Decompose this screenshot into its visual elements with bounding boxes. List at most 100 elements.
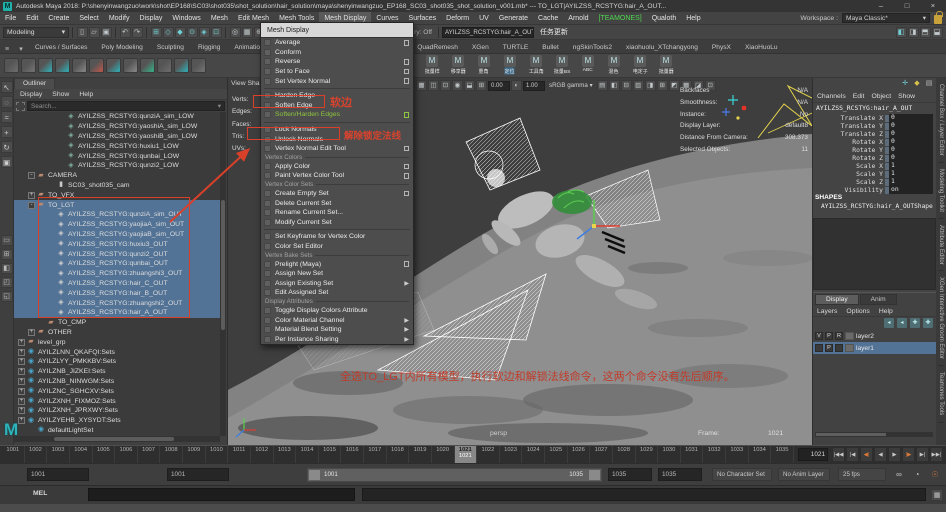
menu-item-color-set-editor[interactable]: Color Set Editor — [261, 242, 413, 252]
menu-item-set-vertex-normal[interactable]: Set Vertex Normal — [261, 76, 413, 86]
save-scene-icon[interactable]: ▣ — [101, 27, 112, 38]
sidebar-tab-attribute-editor[interactable]: Attribute Editor — [938, 219, 944, 272]
key-channel-icon[interactable]: ◆ — [912, 79, 922, 89]
shelf-button-bs[interactable]: M批量BS — [549, 55, 575, 77]
display-type-toggle[interactable]: R — [835, 332, 843, 340]
layer-row-layer2[interactable]: VPRlayer2 — [813, 330, 936, 342]
shelf-tab-quadremesh[interactable]: QuadRemesh — [410, 42, 465, 53]
layer-menu-help[interactable]: Help — [879, 306, 893, 316]
step-back-frame-button[interactable]: |◀ — [846, 447, 859, 462]
shelf-button-[interactable]: M混色 — [601, 55, 627, 77]
viewport-toolbar-icon[interactable]: ▥ — [633, 80, 644, 91]
menu-item-create-empty-set[interactable]: Create Empty Set — [261, 189, 413, 199]
outliner-item-ayilzxnh-jprxwy-sets[interactable]: +◉AYILZXNH_JPRXWY:Sets — [14, 406, 220, 416]
step-forward-key-button[interactable]: |▶ — [902, 447, 915, 462]
shelf-tool-icon[interactable] — [55, 58, 70, 73]
gamma-icon[interactable]: ◐ — [511, 80, 522, 91]
lasso-tool-icon[interactable]: ◌ — [1, 96, 13, 108]
hypergraph-layout-icon[interactable]: ◱ — [1, 291, 13, 302]
menu-edit[interactable]: Edit — [21, 12, 43, 25]
shelf-tool-icon[interactable] — [72, 58, 87, 73]
attribute-editor-toggle-icon[interactable]: ⬒ — [920, 27, 931, 38]
outliner-horizontal-scrollbar[interactable] — [14, 436, 220, 442]
shelf-tool-icon[interactable] — [106, 58, 121, 73]
menu-item-rename-current-set[interactable]: Rename Current Set... — [261, 208, 413, 218]
layer-color-swatch[interactable] — [845, 332, 854, 340]
sidebar-tab-xgen-interactive-groom-editor[interactable]: XGen Interactive Groom Editor — [938, 271, 944, 366]
timeline-frame-1021[interactable]: 10211021 — [455, 446, 478, 464]
timeline-frame-1033[interactable]: 1033 — [726, 446, 749, 464]
option-box-icon[interactable] — [404, 59, 410, 65]
outliner-item-camera[interactable]: -▰CAMERA — [14, 171, 220, 181]
channel-row-visibility[interactable]: Visibilityon — [813, 186, 936, 194]
shelf-tool-icon[interactable] — [4, 58, 19, 73]
outliner-item-to-cmp[interactable]: ▰TO_CMP — [14, 318, 220, 328]
display-type-toggle[interactable] — [835, 344, 843, 352]
option-box-icon[interactable] — [404, 173, 410, 179]
timeline-frame-1031[interactable]: 1031 — [681, 446, 704, 464]
close-button[interactable]: × — [920, 0, 946, 12]
snap-plane-icon[interactable]: ⊙ — [187, 27, 198, 38]
shelf-button-[interactable]: M移享器 — [445, 55, 471, 77]
split-pane-layout-icon[interactable]: ◧ — [1, 263, 13, 274]
outliner-item-level-grp[interactable]: +▰level_grp — [14, 337, 220, 347]
shelf-button-abc[interactable]: MABC — [575, 55, 601, 77]
shelf-tab-xiaohuolu[interactable]: XiaoHuoLu — [738, 42, 785, 53]
shelf-button-[interactable]: M批量器 — [653, 55, 679, 77]
expand-icon[interactable]: + — [18, 398, 25, 405]
outliner-menu-show[interactable]: Show — [52, 89, 69, 99]
channel-box-menu-channels[interactable]: Channels — [817, 91, 846, 102]
viewport-toolbar-icon[interactable]: ▦ — [416, 80, 427, 91]
visibility-toggle[interactable] — [815, 344, 823, 352]
snap-point-icon[interactable]: ◆ — [175, 27, 186, 38]
option-box-icon[interactable] — [404, 40, 410, 46]
tab-display-layers[interactable]: Display — [815, 294, 859, 305]
menu-select[interactable]: Select — [74, 12, 103, 25]
shelf-tool-icon[interactable] — [123, 58, 138, 73]
layer-editor-scrollbar[interactable] — [815, 432, 933, 437]
loop-playback-icon[interactable]: ∞ — [892, 468, 906, 481]
outliner-search-input[interactable]: Search...▾ — [27, 101, 225, 111]
viewport-toolbar-icon[interactable]: ▤ — [597, 80, 608, 91]
construction-history-icon[interactable]: ▦ — [242, 27, 253, 38]
channel-box-menu-object[interactable]: Object — [871, 91, 891, 102]
layer-menu-layers[interactable]: Layers — [817, 306, 837, 316]
shelf-tool-icon[interactable] — [174, 58, 189, 73]
timeline-frame-1001[interactable]: 1001 — [2, 446, 25, 464]
input-connections-icon[interactable]: ◎ — [230, 27, 241, 38]
channel-value-field[interactable]: 0 — [889, 154, 933, 161]
timeline-frame-1019[interactable]: 1019 — [409, 446, 432, 464]
channel-row-translate-x[interactable]: Translate X0 — [813, 114, 936, 122]
paint-select-tool-icon[interactable]: ≈ — [1, 111, 13, 123]
playback-end-field[interactable]: 1035 — [608, 468, 652, 481]
shelf-tool-icon[interactable] — [140, 58, 155, 73]
exposure-field[interactable]: 0.00 — [488, 81, 510, 91]
single-pane-layout-icon[interactable]: ▭ — [1, 235, 13, 246]
shelf-tool-icon[interactable] — [191, 58, 206, 73]
outliner-item-ayilzyehb-xysydt-sets[interactable]: +◉AYILZYEHB_XYSYDT:Sets — [14, 416, 220, 426]
channel-row-rotate-x[interactable]: Rotate X0 — [813, 138, 936, 146]
timeline-frame-1020[interactable]: 1020 — [432, 446, 455, 464]
timeline-frame-1012[interactable]: 1012 — [251, 446, 274, 464]
channel-row-scale-z[interactable]: Scale Z1 — [813, 178, 936, 186]
menu-item-reverse[interactable]: Reverse — [261, 57, 413, 67]
timeline-frame-1016[interactable]: 1016 — [341, 446, 364, 464]
step-forward-frame-button[interactable]: ▶| — [916, 447, 929, 462]
character-controls-icon[interactable]: ☉ — [928, 468, 942, 481]
shelf-tool-icon[interactable] — [38, 58, 53, 73]
timeline-frame-1034[interactable]: 1034 — [749, 446, 772, 464]
script-editor-icon[interactable]: ▦ — [931, 489, 943, 501]
timeline-frame-1003[interactable]: 1003 — [47, 446, 70, 464]
timeline-frame-1027[interactable]: 1027 — [590, 446, 613, 464]
workspace-lock-icon[interactable] — [934, 15, 942, 24]
timeline-frame-1013[interactable]: 1013 — [274, 446, 297, 464]
shelf-tool-icon[interactable] — [89, 58, 104, 73]
play-forwards-button[interactable]: ▶ — [888, 447, 901, 462]
playback-toggle[interactable]: P — [825, 344, 833, 352]
menu-item-set-keyframe-for-vertex-color[interactable]: Set Keyframe for Vertex Color — [261, 232, 413, 242]
expand-icon[interactable]: + — [28, 192, 35, 199]
menu-windows[interactable]: Windows — [167, 12, 205, 25]
menu-item-modify-current-set[interactable]: Modify Current Set — [261, 218, 413, 228]
current-frame-field[interactable]: 1021 — [798, 448, 828, 461]
mel-input-field[interactable] — [88, 488, 355, 501]
